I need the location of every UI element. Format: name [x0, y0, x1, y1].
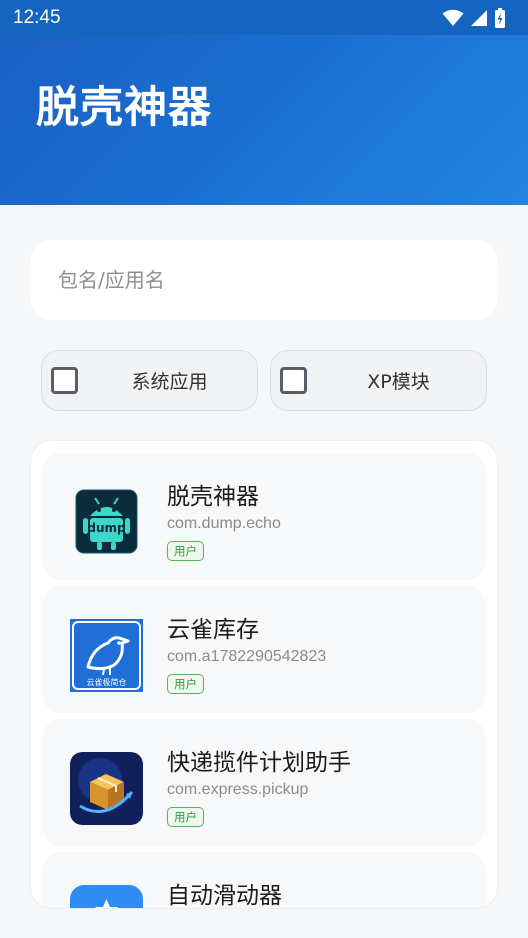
signal-icon	[471, 9, 487, 26]
user-badge: 用户	[167, 807, 204, 827]
page-title: 脱壳神器	[36, 83, 212, 133]
battery-icon	[495, 7, 505, 28]
user-badge: 用户	[167, 541, 204, 561]
status-time: 12:45	[13, 6, 61, 28]
filter-system-apps[interactable]: 系统应用	[41, 350, 258, 411]
filter-xp-modules[interactable]: XP模块	[270, 350, 487, 411]
search-input[interactable]	[58, 268, 478, 292]
xp-modules-label: XP模块	[367, 371, 430, 393]
app-header: 脱壳神器	[0, 35, 528, 205]
bird-icon-caption: 云雀极简仓	[86, 678, 127, 687]
svg-text:dump: dump	[87, 521, 126, 535]
app-name: 自动滑动器	[167, 883, 282, 909]
search-box[interactable]	[30, 240, 498, 320]
user-badge: 用户	[167, 674, 204, 694]
app-name: 快递揽件计划助手	[167, 750, 351, 776]
app-package: com.dump.echo	[167, 515, 281, 532]
package-box-icon	[70, 752, 143, 825]
system-apps-checkbox[interactable]	[51, 367, 78, 394]
app-name: 脱壳神器	[167, 484, 259, 510]
app-list[interactable]: dump 脱壳神器 com.dump.echo 用户 云雀极简仓 云雀库存 co…	[30, 440, 498, 909]
list-item[interactable]: 自动滑动器	[43, 852, 485, 909]
app-package: com.express.pickup	[167, 781, 309, 798]
status-icons	[442, 7, 506, 28]
system-apps-label: 系统应用	[131, 371, 208, 393]
android-dump-icon: dump	[70, 486, 143, 559]
bird-icon: 云雀极简仓	[70, 619, 143, 692]
auto-slider-icon	[70, 885, 143, 908]
list-item[interactable]: 云雀极简仓 云雀库存 com.a1782290542823 用户	[43, 586, 485, 713]
app-package: com.a1782290542823	[167, 648, 327, 665]
list-item[interactable]: 快递揽件计划助手 com.express.pickup 用户	[43, 719, 485, 846]
list-item[interactable]: dump 脱壳神器 com.dump.echo 用户	[43, 453, 485, 580]
xp-modules-checkbox[interactable]	[280, 367, 307, 394]
status-bar: 12:45	[0, 0, 528, 35]
app-name: 云雀库存	[167, 617, 259, 643]
wifi-icon	[442, 9, 464, 26]
